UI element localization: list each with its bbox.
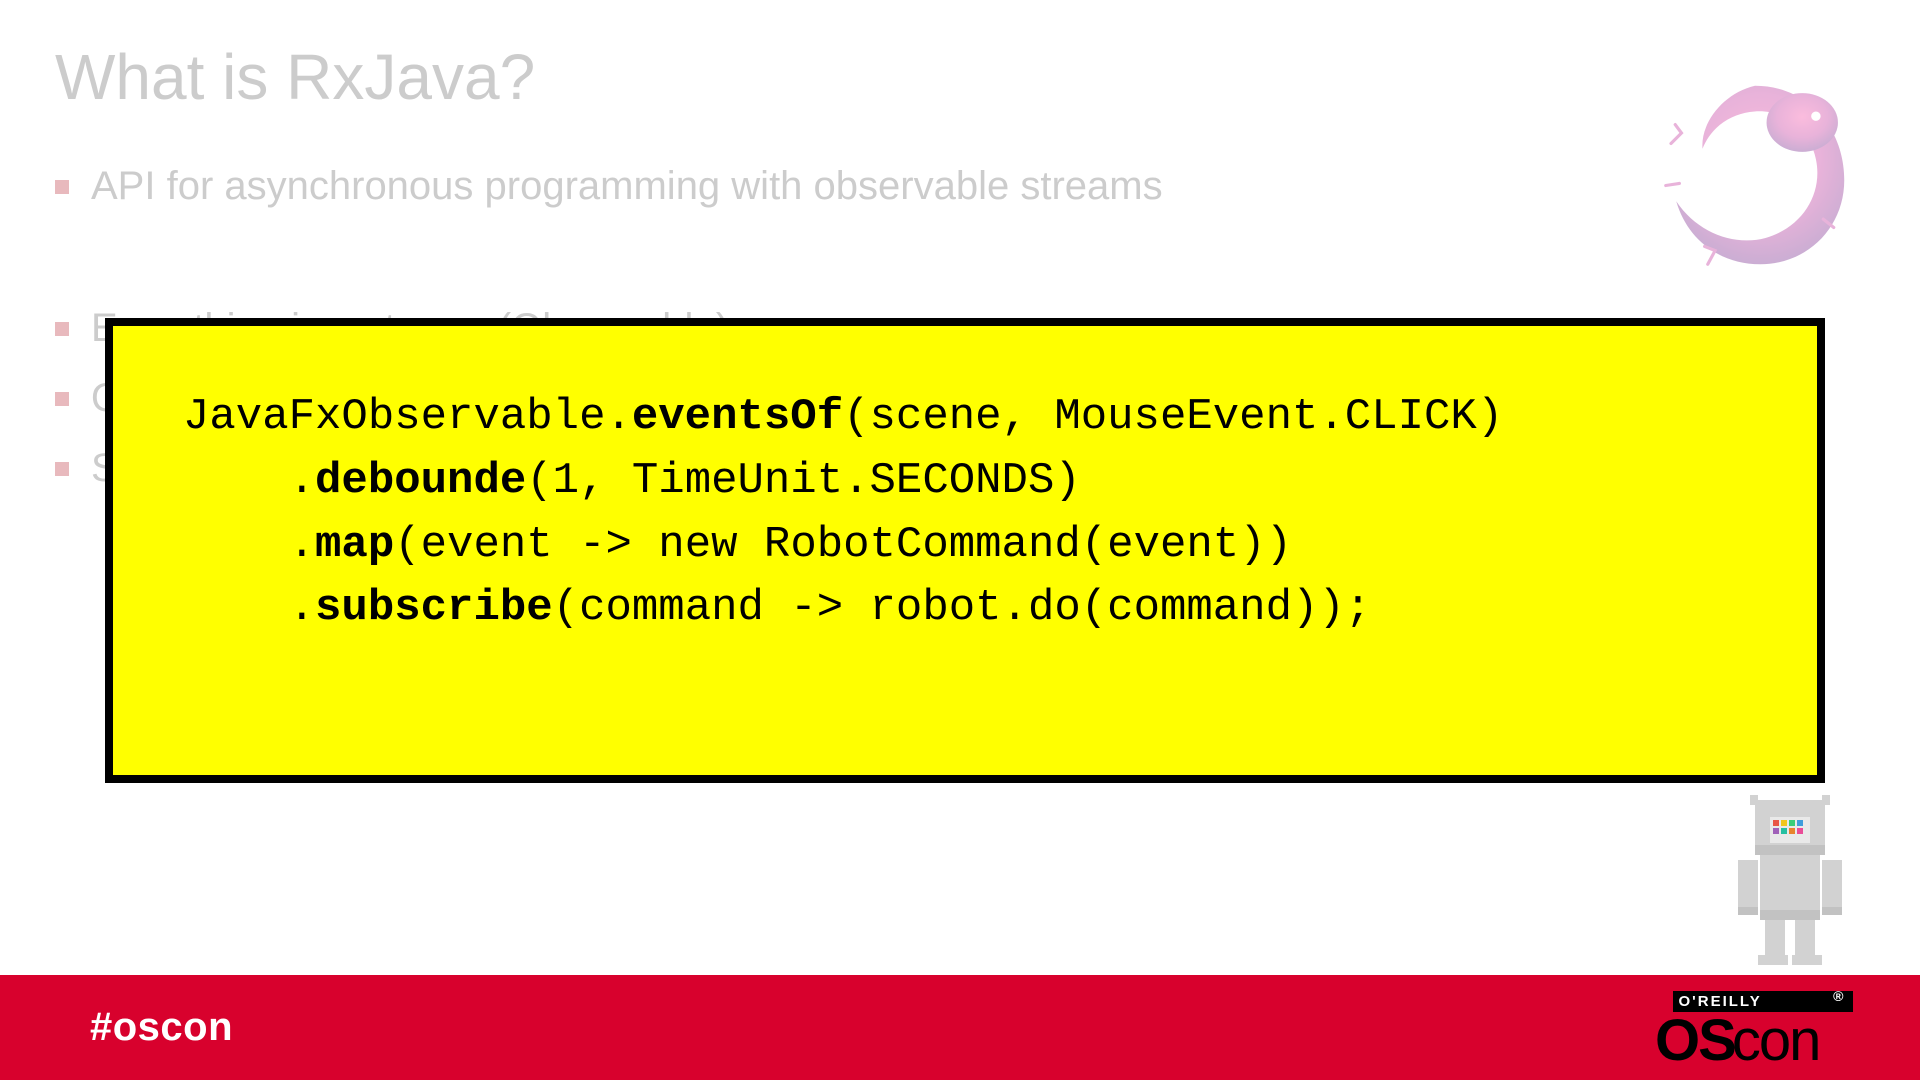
code-box: JavaFxObservable.eventsOf(scene, MouseEv… — [105, 318, 1825, 783]
code-text: . — [183, 456, 315, 506]
oreilly-label: O'REILLY ® — [1673, 991, 1853, 1012]
code-text: . — [183, 583, 315, 633]
code-method: map — [315, 520, 394, 570]
bullet-item: API for asynchronous programming with ob… — [55, 160, 1800, 212]
bullet-square-icon — [55, 462, 69, 476]
conference-name: OScon — [1655, 1012, 1870, 1072]
code-method: eventsOf — [632, 392, 843, 442]
publisher-text: O'REILLY — [1679, 993, 1762, 1010]
registered-mark-icon: ® — [1833, 988, 1845, 1004]
oscon-logo: O'REILLY ® OScon — [1655, 991, 1870, 1072]
code-text: . — [183, 520, 315, 570]
code-method: debounde — [315, 456, 526, 506]
bullet-text: API for asynchronous programming with ob… — [91, 160, 1800, 212]
bullet-square-icon — [55, 322, 69, 336]
code-text: (command -> robot.do(command)); — [553, 583, 1372, 633]
code-text: JavaFxObservable. — [183, 392, 632, 442]
code-text: (1, TimeUnit.SECONDS) — [526, 456, 1081, 506]
code-method: subscribe — [315, 583, 553, 633]
slide-title: What is RxJava? — [55, 40, 535, 114]
slide: What is RxJava? API for asynchronous pro… — [0, 0, 1920, 1080]
bullet-square-icon — [55, 180, 69, 194]
reactivex-logo-icon — [1650, 70, 1860, 280]
pixel-robot-icon — [1720, 795, 1860, 965]
code-text: (event -> new RobotCommand(event)) — [394, 520, 1292, 570]
code-block: JavaFxObservable.eventsOf(scene, MouseEv… — [113, 326, 1817, 641]
code-text: (scene, MouseEvent.CLICK) — [843, 392, 1503, 442]
hashtag: #oscon — [90, 1005, 233, 1050]
footer-bar: #oscon — [0, 975, 1920, 1080]
svg-text:OScon: OScon — [1655, 1012, 1819, 1072]
bullet-square-icon — [55, 392, 69, 406]
